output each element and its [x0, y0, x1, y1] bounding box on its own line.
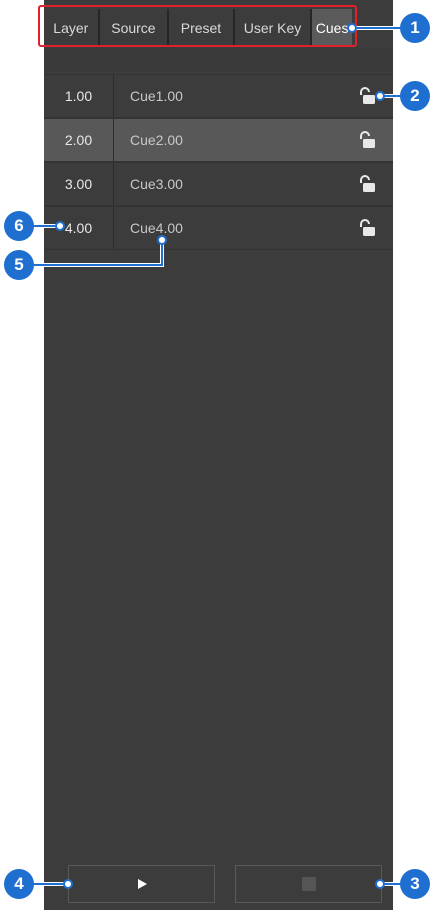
callout-2: 2: [400, 81, 430, 111]
annotation-lines: [26, 23, 404, 889]
callout-6: 6: [4, 211, 34, 241]
callout-4: 4: [4, 869, 34, 899]
callout-5: 5: [4, 250, 34, 280]
callout-3: 3: [400, 869, 430, 899]
callout-1: 1: [400, 13, 430, 43]
